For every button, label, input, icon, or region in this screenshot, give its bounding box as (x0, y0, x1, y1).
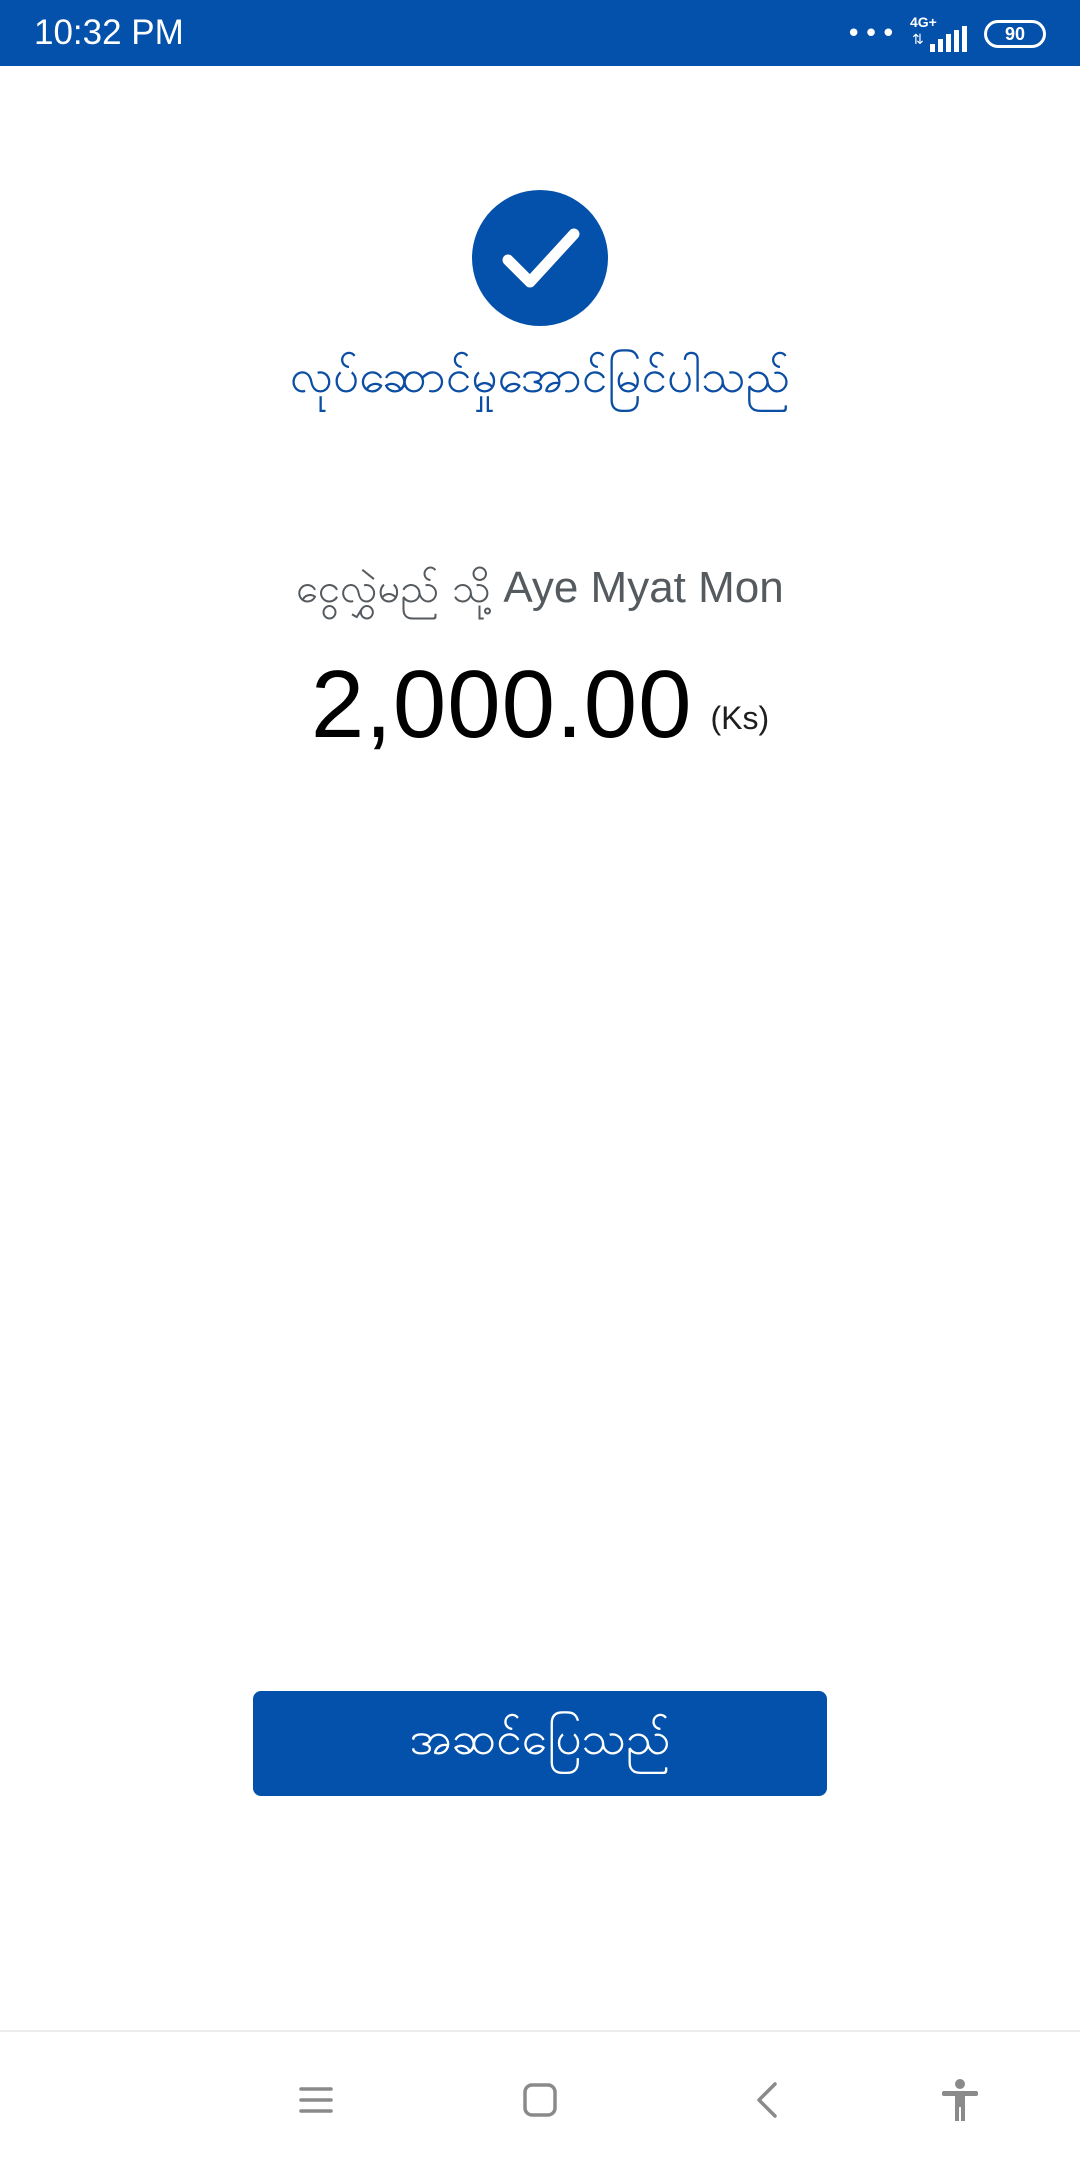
more-notifications-icon: ••• (845, 19, 898, 49)
success-check-icon (472, 190, 608, 326)
home-icon[interactable] (510, 2070, 570, 2130)
recipient-name: Aye Myat Mon (503, 563, 784, 612)
status-time: 10:32 PM (34, 13, 184, 52)
status-indicators: ••• 4G+ ⇅ 90 (846, 14, 1046, 54)
check-icon (502, 228, 580, 288)
success-title: လုပ်ဆောင်မှုအောင်မြင်ပါသည် (289, 349, 791, 403)
recipient-line: ငွေလွှဲမည် သို့ Aye Myat Mon (0, 560, 1080, 617)
status-bar: 10:32 PM ••• 4G+ ⇅ 90 (0, 0, 1080, 66)
currency-label: (Ks) (710, 700, 770, 736)
recipient-prefix: ငွေလွှဲမည် သို့ (296, 566, 491, 612)
done-button[interactable]: အဆင်ပြေသည် (253, 1691, 827, 1796)
done-button-label: အဆင်ပြေသည် (409, 1711, 671, 1765)
network-indicator: 4G+ ⇅ (910, 14, 972, 52)
transfer-amount: 2,000.00 (310, 651, 693, 758)
back-icon[interactable] (737, 2070, 797, 2130)
accessibility-icon[interactable] (930, 2070, 990, 2130)
battery-level: 90 (1004, 23, 1026, 44)
signal-icon (930, 26, 967, 52)
battery-icon: 90 (984, 20, 1046, 48)
menu-icon[interactable] (286, 2070, 346, 2130)
data-activity-icon: ⇅ (912, 32, 924, 48)
system-nav-bar (0, 2030, 1080, 2162)
amount-row: 2,000.00 (Ks) (0, 650, 1080, 760)
